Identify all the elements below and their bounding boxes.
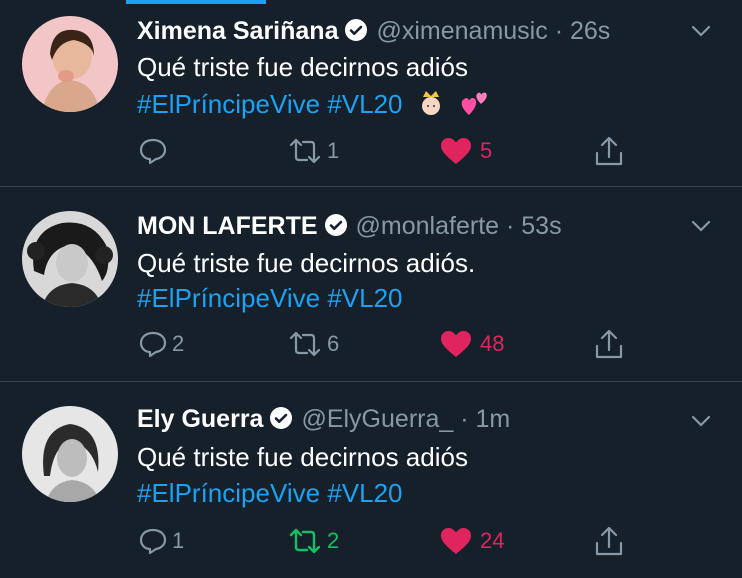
hashtag-link[interactable]: #VL20	[327, 89, 402, 119]
verified-badge-icon	[324, 213, 348, 244]
chevron-down-icon[interactable]	[690, 215, 712, 237]
tweet-text: Qué triste fue decirnos adiós	[137, 442, 468, 472]
share-button[interactable]	[594, 328, 624, 360]
avatar[interactable]	[22, 406, 118, 502]
hashtag-link[interactable]: #VL20	[327, 283, 402, 313]
user-handle[interactable]: @ElyGuerra_	[301, 405, 453, 433]
hashtag-link[interactable]: #ElPríncipeVive	[137, 283, 320, 313]
retweet-count: 2	[327, 528, 340, 553]
display-name[interactable]: MON LAFERTE	[137, 212, 318, 240]
verified-badge-icon	[344, 18, 368, 49]
retweet-button[interactable]: 1	[287, 137, 339, 165]
tweet[interactable]: MON LAFERTE @monlaferte · 53s Qué triste …	[0, 187, 742, 382]
tweet-header: Ely Guerra @ElyGuerra_ · 1m	[137, 404, 510, 437]
timestamp[interactable]: · 26s	[555, 17, 611, 45]
verified-badge-icon	[269, 406, 293, 437]
like-button[interactable]: 24	[440, 527, 504, 555]
retweet-count: 6	[327, 331, 340, 356]
tweet-hashtags: #ElPríncipeVive #VL20	[137, 476, 403, 510]
tweet-header: Ximena Sariñana @ximenamusic · 26s	[137, 16, 610, 49]
reply-button[interactable]: 1	[138, 527, 184, 555]
chevron-down-icon[interactable]	[690, 410, 712, 432]
tweet-text: Qué triste fue decirnos adiós.	[137, 248, 476, 278]
display-name[interactable]: Ximena Sariñana	[137, 17, 338, 45]
retweet-button[interactable]: 6	[287, 330, 339, 358]
avatar[interactable]	[22, 211, 118, 307]
reply-count: 1	[172, 528, 185, 553]
user-handle[interactable]: @ximenamusic	[376, 17, 547, 45]
like-count: 48	[480, 331, 505, 356]
tweet-text: Qué triste fue decirnos adiós	[137, 52, 468, 82]
share-button[interactable]	[594, 135, 624, 167]
hashtag-link[interactable]: #ElPríncipeVive	[137, 89, 320, 119]
like-count: 5	[480, 138, 493, 163]
tweet[interactable]: Ximena Sariñana @ximenamusic · 26s Qué tr…	[0, 0, 742, 187]
hashtag-link[interactable]: #VL20	[327, 478, 402, 508]
tweet-header: MON LAFERTE @monlaferte · 53s	[137, 211, 562, 244]
share-button[interactable]	[594, 525, 624, 557]
hashtag-link[interactable]: #ElPríncipeVive	[137, 478, 320, 508]
like-button[interactable]: 48	[440, 330, 504, 358]
like-count: 24	[480, 528, 505, 553]
display-name[interactable]: Ely Guerra	[137, 405, 263, 433]
retweet-button[interactable]: 2	[287, 527, 339, 555]
chevron-down-icon[interactable]	[690, 20, 712, 42]
two-hearts-emoji-icon	[459, 89, 489, 125]
reply-count: 2	[172, 331, 185, 356]
avatar[interactable]	[22, 16, 118, 112]
like-button[interactable]: 5	[440, 137, 492, 165]
reply-button[interactable]	[138, 137, 172, 165]
reply-button[interactable]: 2	[138, 330, 184, 358]
user-handle[interactable]: @monlaferte	[356, 212, 500, 240]
tweet-hashtags: #ElPríncipeVive #VL20	[137, 281, 403, 315]
timestamp[interactable]: · 53s	[506, 212, 562, 240]
retweet-count: 1	[327, 138, 340, 163]
tweet-hashtags: #ElPríncipeVive #VL20	[137, 87, 489, 125]
prince-emoji-icon	[418, 89, 444, 125]
tweet[interactable]: Ely Guerra @ElyGuerra_ · 1m Qué triste fu…	[0, 382, 742, 578]
timestamp[interactable]: · 1m	[460, 405, 510, 433]
